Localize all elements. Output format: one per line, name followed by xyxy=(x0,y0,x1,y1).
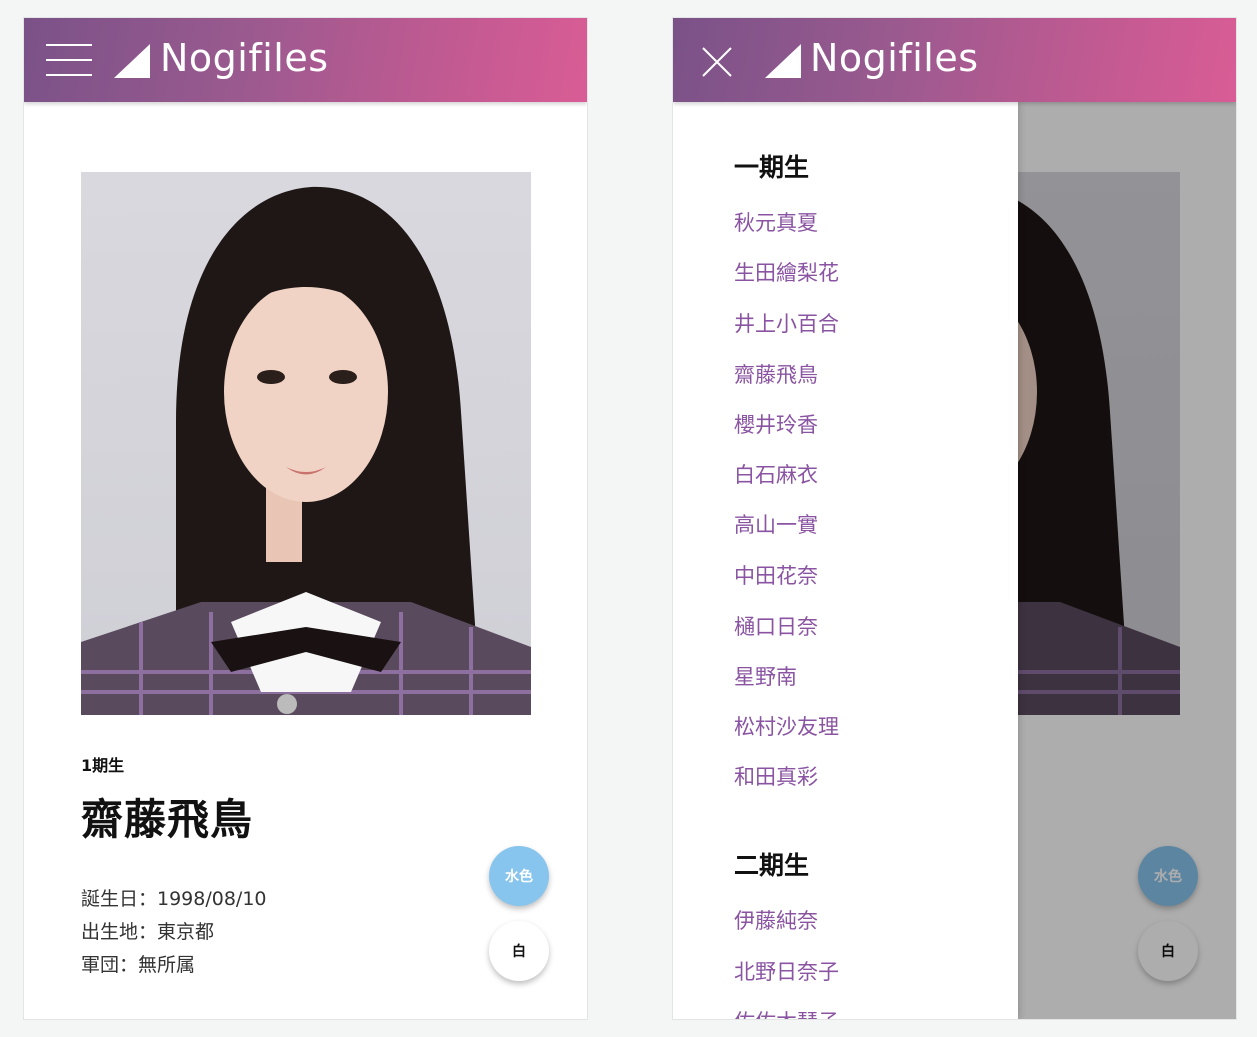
drawer-item[interactable]: 樋口日奈 xyxy=(734,611,818,641)
phone-drawer-screen: 水色 白 Nogifiles 一期生 秋元真夏 生田繪梨花 井上小百合 齋藤飛鳥… xyxy=(673,18,1236,1019)
navigation-drawer: 一期生 秋元真夏 生田繪梨花 井上小百合 齋藤飛鳥 櫻井玲香 白石麻衣 高山一實… xyxy=(673,102,1018,1019)
drawer-item[interactable]: 伊藤純奈 xyxy=(734,905,818,935)
triangle-logo-icon xyxy=(765,44,801,78)
drawer-item[interactable]: 櫻井玲香 xyxy=(734,409,818,439)
hamburger-icon[interactable] xyxy=(46,44,92,76)
group-text: 軍団：無所属 xyxy=(81,954,196,976)
generation-label: 1期生 xyxy=(81,756,125,775)
drawer-item[interactable]: 星野南 xyxy=(734,661,797,691)
drawer-item[interactable]: 北野日奈子 xyxy=(734,956,839,986)
drawer-item[interactable]: 中田花奈 xyxy=(734,560,818,590)
member-photo xyxy=(81,172,531,715)
section-heading-gen1: 一期生 xyxy=(734,153,810,182)
white-theme-button[interactable]: 白 xyxy=(489,921,549,981)
app-logo-text[interactable]: Nogifiles xyxy=(810,36,979,80)
close-icon[interactable] xyxy=(701,46,733,78)
section-heading-gen2: 二期生 xyxy=(734,851,810,880)
phone-profile-screen: Nogifiles 1期生 齋藤飛鳥 誕生日：1998/08/10 出生地：東京… xyxy=(24,18,587,1019)
drawer-item[interactable]: 白石麻衣 xyxy=(734,459,818,489)
triangle-logo-icon xyxy=(114,44,150,78)
blue-theme-button[interactable]: 水色 xyxy=(489,846,549,906)
drawer-item[interactable]: 生田繪梨花 xyxy=(734,257,839,287)
birthday-text: 誕生日：1998/08/10 xyxy=(81,888,267,910)
drawer-item[interactable]: 高山一實 xyxy=(734,509,818,539)
app-logo-text[interactable]: Nogifiles xyxy=(160,36,329,80)
drawer-item[interactable]: 井上小百合 xyxy=(734,308,839,338)
app-bar: Nogifiles xyxy=(24,18,587,102)
drawer-item[interactable]: 佐佐木琴子 xyxy=(734,1006,839,1019)
member-name: 齋藤飛鳥 xyxy=(81,795,254,844)
drawer-item[interactable]: 和田真彩 xyxy=(734,761,818,791)
birthplace-text: 出生地：東京都 xyxy=(81,921,215,943)
app-bar: Nogifiles xyxy=(673,18,1236,102)
drawer-item[interactable]: 松村沙友理 xyxy=(734,711,839,741)
drawer-item[interactable]: 秋元真夏 xyxy=(734,207,818,237)
drawer-item[interactable]: 齋藤飛鳥 xyxy=(734,359,818,389)
